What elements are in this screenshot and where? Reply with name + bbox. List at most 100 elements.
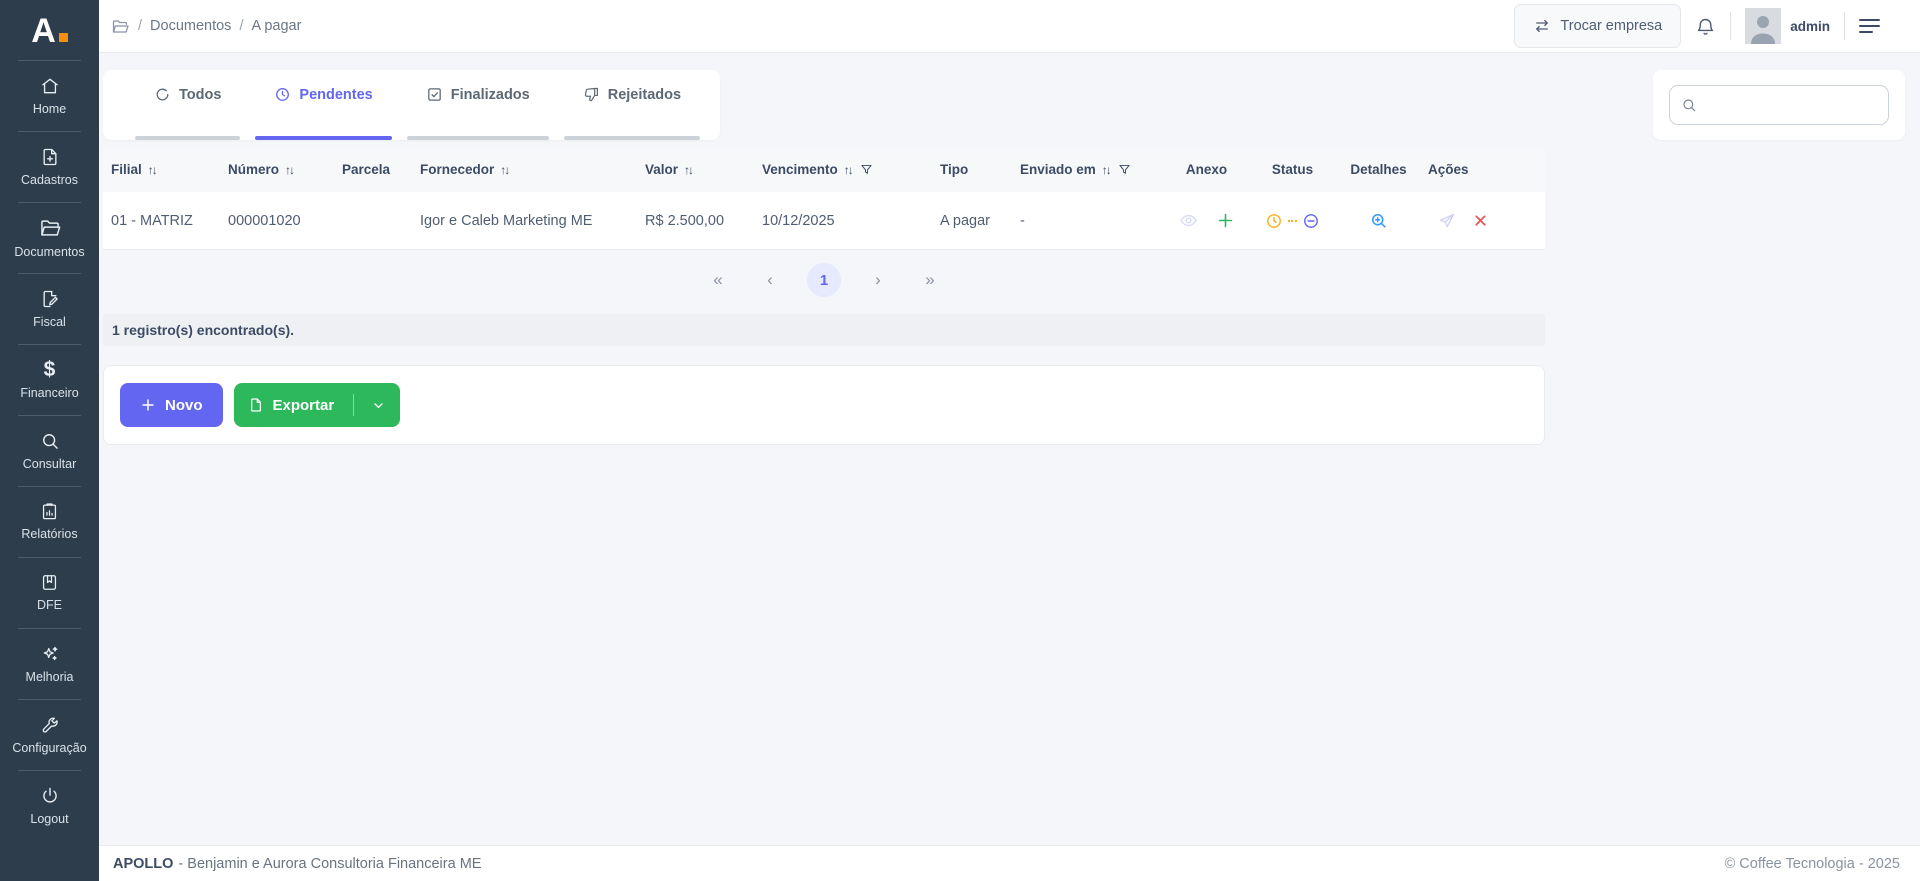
sidebar-item-dfe[interactable]: DFE xyxy=(0,557,99,628)
folder-open-icon[interactable] xyxy=(111,17,130,36)
sidebar-item-logout[interactable]: Logout xyxy=(0,770,99,841)
sidebar-item-label: Melhoria xyxy=(25,669,74,684)
switch-company-button[interactable]: Trocar empresa xyxy=(1514,4,1682,48)
power-icon xyxy=(42,787,57,803)
col-filial[interactable]: Filial ↑↓ xyxy=(103,147,220,192)
footer: APOLLO - Benjamin e Aurora Consultoria Fi… xyxy=(99,845,1920,881)
sort-icon[interactable]: ↑↓ xyxy=(1102,163,1112,177)
user-menu[interactable]: admin xyxy=(1745,8,1830,44)
logo-letter: A xyxy=(31,12,56,50)
pagination-prev-button[interactable]: ‹ xyxy=(755,270,785,290)
avatar xyxy=(1745,8,1782,44)
sidebar-item-melhoria[interactable]: Melhoria xyxy=(0,628,99,699)
send-button xyxy=(1438,212,1456,230)
col-status: Status xyxy=(1248,147,1337,192)
breadcrumb: / Documentos / A pagar xyxy=(111,17,301,36)
content-area: Todos Pendentes Finalizados Rejeitados F… xyxy=(99,53,1920,845)
records-summary: 1 registro(s) encontrado(s). xyxy=(103,314,1545,346)
col-valor[interactable]: Valor ↑↓ xyxy=(637,147,754,192)
cell-numero: 000001020 xyxy=(220,192,334,250)
logo-dot xyxy=(58,33,68,42)
divider xyxy=(1844,12,1845,40)
tab-rejeitados[interactable]: Rejeitados xyxy=(563,70,701,140)
view-attachment-button xyxy=(1179,211,1198,230)
search-input[interactable] xyxy=(1705,97,1877,113)
col-fornecedor[interactable]: Fornecedor ↑↓ xyxy=(412,147,637,192)
add-attachment-button[interactable] xyxy=(1216,211,1235,230)
notifications-button[interactable] xyxy=(1695,16,1716,37)
sidebar-item-label: Consultar xyxy=(22,456,77,471)
search-icon xyxy=(42,433,58,449)
sidebar-item-financeiro[interactable]: $ Financeiro xyxy=(0,344,99,415)
details-button[interactable] xyxy=(1369,211,1388,230)
pagination-next-button[interactable]: › xyxy=(863,270,893,290)
eye-icon xyxy=(1179,214,1197,227)
app-logo[interactable]: A xyxy=(0,0,99,60)
chevron-down-icon[interactable] xyxy=(371,398,386,413)
sidebar-item-configuracao[interactable]: Configuração xyxy=(0,699,99,770)
tab-pendentes[interactable]: Pendentes xyxy=(255,70,392,140)
breadcrumb-separator: / xyxy=(239,18,244,34)
clock-icon xyxy=(276,88,290,101)
footer-company: - Benjamin e Aurora Consultoria Financei… xyxy=(178,855,482,872)
username: admin xyxy=(1790,18,1830,34)
x-icon xyxy=(1475,215,1486,226)
new-button[interactable]: Novo xyxy=(120,383,223,427)
sidebar-item-documentos[interactable]: Documentos xyxy=(0,202,99,273)
sort-icon[interactable]: ↑↓ xyxy=(844,163,854,177)
filter-icon[interactable] xyxy=(860,163,873,176)
status-dots-separator xyxy=(1288,219,1297,222)
footer-copyright: © Coffee Tecnologia - 2025 xyxy=(1724,855,1900,872)
breadcrumb-item-a-pagar: A pagar xyxy=(251,18,302,34)
search-icon xyxy=(1683,99,1696,112)
delete-button[interactable] xyxy=(1472,212,1489,229)
col-tipo: Tipo xyxy=(932,147,1012,192)
sort-icon[interactable]: ↑↓ xyxy=(285,163,295,177)
sidebar-item-cadastros[interactable]: Cadastros xyxy=(0,131,99,202)
sidebar-item-label: Home xyxy=(32,101,67,116)
tab-todos[interactable]: Todos xyxy=(135,70,241,140)
col-parcela: Parcela xyxy=(334,147,412,192)
sidebar-item-label: DFE xyxy=(37,598,62,612)
cell-vencimento: 10/12/2025 xyxy=(754,192,932,250)
sidebar-item-consultar[interactable]: Consultar xyxy=(0,415,99,486)
sidebar-item-fiscal[interactable]: Fiscal xyxy=(0,273,99,344)
tabs-bar: Todos Pendentes Finalizados Rejeitados xyxy=(103,70,721,140)
col-numero[interactable]: Número ↑↓ xyxy=(220,147,334,192)
tab-underline xyxy=(135,136,241,140)
export-button-label: Exportar xyxy=(272,396,335,414)
pagination-first-button[interactable]: « xyxy=(703,270,733,290)
pagination-last-button[interactable]: » xyxy=(915,270,945,290)
cell-status xyxy=(1248,192,1337,250)
tab-finalizados[interactable]: Finalizados xyxy=(406,70,549,140)
sidebar-item-relatorios[interactable]: Relatórios xyxy=(0,486,99,557)
export-button[interactable]: Exportar xyxy=(233,383,401,427)
breadcrumb-item-documentos[interactable]: Documentos xyxy=(150,18,231,34)
pagination: « ‹ 1 › » xyxy=(103,250,1545,310)
col-enviado-em[interactable]: Enviado em ↑↓ xyxy=(1012,147,1165,192)
cell-tipo: A pagar xyxy=(932,192,1012,250)
bell-icon xyxy=(1698,18,1714,35)
sidebar-item-home[interactable]: Home xyxy=(0,60,99,131)
file-icon xyxy=(250,398,261,412)
sidebar-item-label: Relatórios xyxy=(21,527,78,541)
plus-icon xyxy=(142,399,154,411)
pagination-page-1[interactable]: 1 xyxy=(807,263,841,297)
cell-anexo xyxy=(1165,192,1248,250)
cell-enviado-em: - xyxy=(1012,192,1165,250)
sparkles-icon xyxy=(43,646,57,660)
cell-acoes xyxy=(1420,192,1545,250)
sort-icon[interactable]: ↑↓ xyxy=(684,163,694,177)
sort-icon[interactable]: ↑↓ xyxy=(148,163,158,177)
filter-icon[interactable] xyxy=(1118,163,1131,176)
hamburger-menu-icon[interactable] xyxy=(1859,19,1880,33)
col-anexo: Anexo xyxy=(1165,147,1248,192)
circle-icon xyxy=(156,88,169,101)
tab-underline xyxy=(406,136,549,140)
cell-detalhes xyxy=(1337,192,1420,250)
col-detalhes: Detalhes xyxy=(1337,147,1420,192)
col-vencimento[interactable]: Vencimento ↑↓ xyxy=(754,147,932,192)
thumbs-down-icon xyxy=(584,87,598,102)
folder-open-icon xyxy=(40,219,60,236)
sort-icon[interactable]: ↑↓ xyxy=(500,163,510,177)
